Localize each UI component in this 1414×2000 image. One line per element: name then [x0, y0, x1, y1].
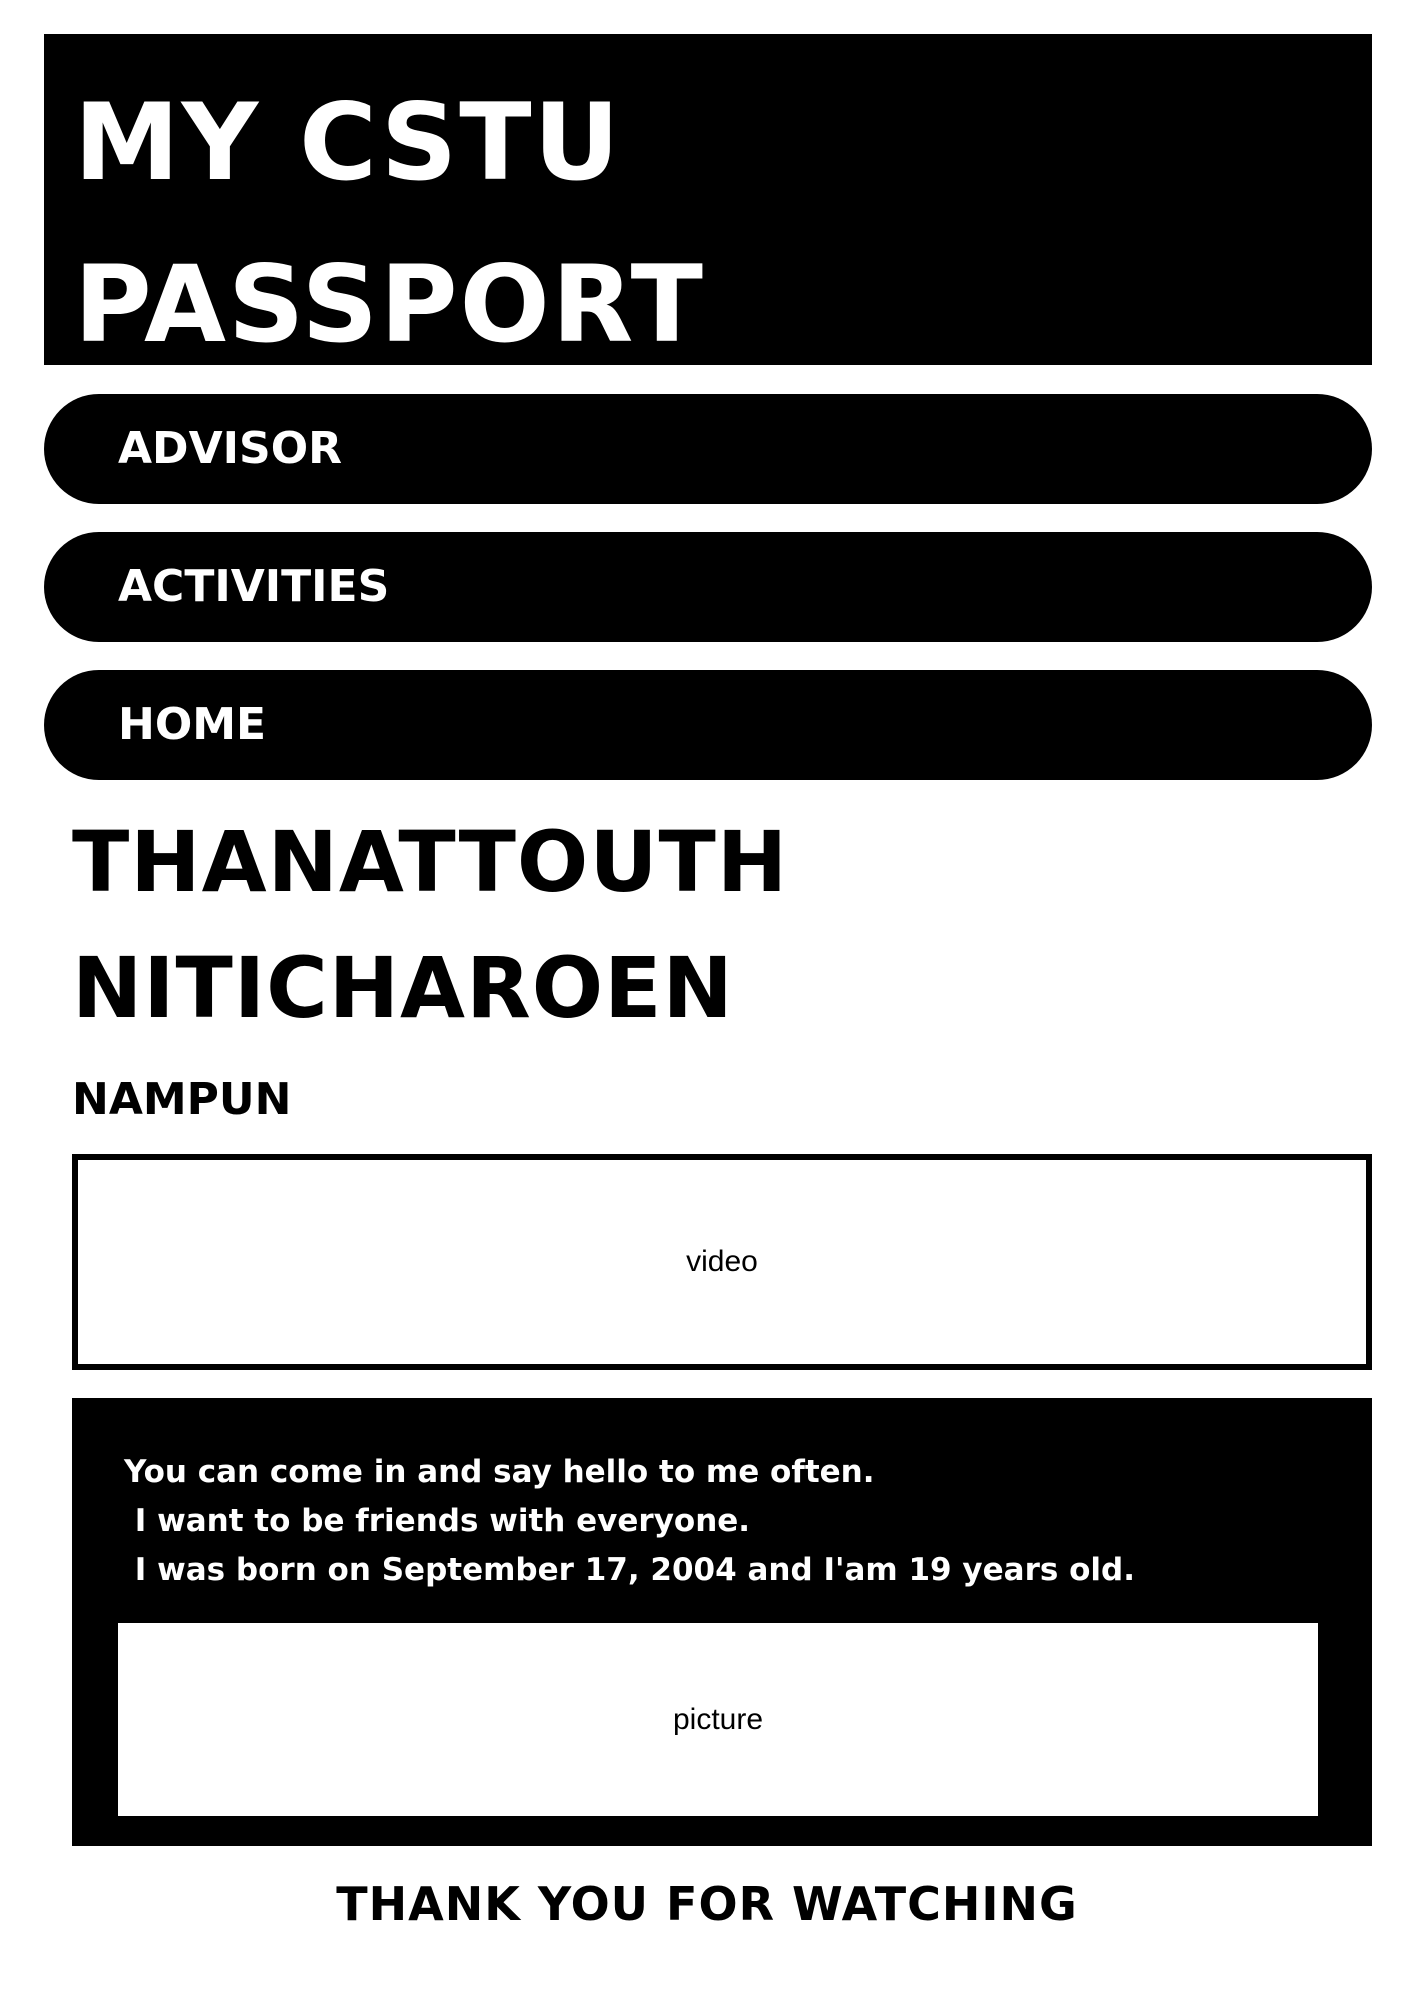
profile-nickname: NAMPUN — [72, 1074, 292, 1125]
profile-first-name: THANATTOUTH — [72, 813, 789, 911]
bio-line: I want to be friends with everyone. — [124, 1503, 751, 1539]
bio-section: You can come in and say hello to me ofte… — [72, 1398, 1372, 1846]
picture-placeholder: picture — [118, 1623, 1318, 1816]
bio-text: You can come in and say hello to me ofte… — [124, 1448, 1135, 1595]
video-placeholder[interactable]: video — [72, 1154, 1372, 1370]
nav-item-advisor[interactable]: ADVISOR — [44, 394, 1372, 504]
bio-line: I was born on September 17, 2004 and I'a… — [124, 1552, 1135, 1588]
nav-item-home[interactable]: HOME — [44, 670, 1372, 780]
profile-last-name: NITICHAROEN — [72, 939, 734, 1037]
page-title: MY CSTU PASSPORT — [74, 81, 705, 366]
bio-line: You can come in and say hello to me ofte… — [124, 1454, 875, 1490]
header-banner: MY CSTU PASSPORT — [44, 34, 1372, 366]
video-label: video — [686, 1245, 758, 1278]
nav-item-activities[interactable]: ACTIVITIES — [44, 532, 1372, 642]
picture-label: picture — [672, 1702, 764, 1736]
footer-thank-you: THANK YOU FOR WATCHING — [336, 1877, 1078, 1931]
